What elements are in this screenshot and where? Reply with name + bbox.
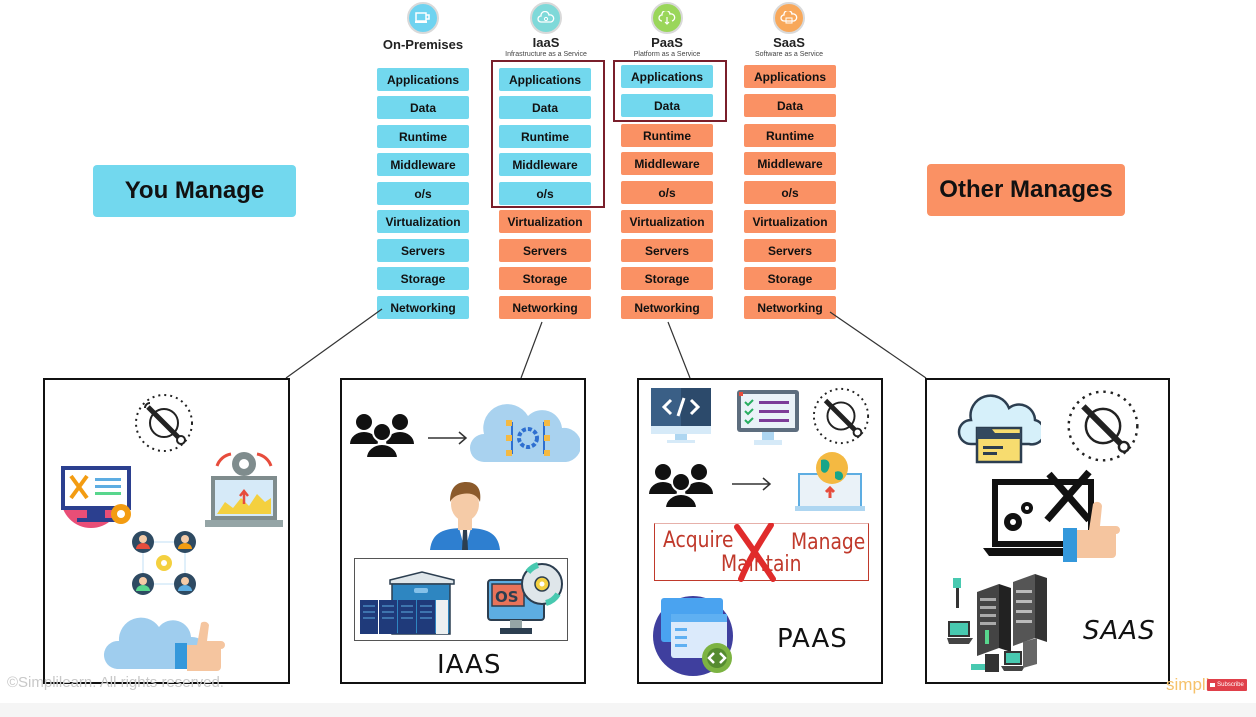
paas-label: PAAS [777,624,848,654]
servers-computers-icon [947,574,1047,672]
subscribe-button[interactable]: Subscribe [1207,679,1247,691]
saas-panel: SAAS [925,378,1170,684]
web-deploy-icon [795,452,865,511]
arrow-right-icon [732,477,772,491]
saas-label: SAAS [1083,616,1156,646]
iaas-label: IAAS [437,650,502,680]
subscribe-label: Subscribe [1217,682,1244,688]
monitor-tools-icon [61,466,131,528]
businessman-avatar-icon [430,482,500,550]
arrow-right-icon [428,431,468,445]
word-manage: Manage [791,530,866,555]
team-network-icon [132,531,196,595]
checklist-monitor-icon [737,390,799,445]
on-premises-panel [43,378,290,684]
connector-iaas [520,321,543,379]
copyright-watermark: ©Simplilearn. All rights reserved. [7,674,224,691]
brand-logo: simpli [1166,675,1210,694]
wrench-gear-icon [812,387,870,445]
wrench-gear-icon [135,394,193,452]
os-install-icon: OS [487,562,563,634]
cloud-folder-icon [957,394,1041,464]
play-icon [1210,683,1216,687]
cross-mark-icon [734,523,776,582]
data-center-icon [360,571,455,635]
paas-panel: Acquire Maintain Manage PAAS [637,378,883,684]
laptop-repair-thumbs-up-icon [983,469,1120,562]
connector-paas [667,321,691,379]
iaas-panel: OS IAAS [340,378,586,684]
laptop-analytics-icon [205,452,283,527]
code-monitor-icon [651,388,711,443]
users-group-icon [350,414,414,458]
users-group-icon [649,464,713,508]
word-acquire: Acquire [663,528,734,553]
connector-saas [829,311,927,379]
connector-on-premises [285,308,383,379]
os-label: OS [495,588,519,606]
bottom-bar [0,703,1256,717]
cloud-infrastructure-icon [470,404,580,462]
wrench-gear-icon [1067,390,1139,462]
web-platform-icon [653,596,733,676]
cloud-thumbs-up-icon [103,617,225,671]
